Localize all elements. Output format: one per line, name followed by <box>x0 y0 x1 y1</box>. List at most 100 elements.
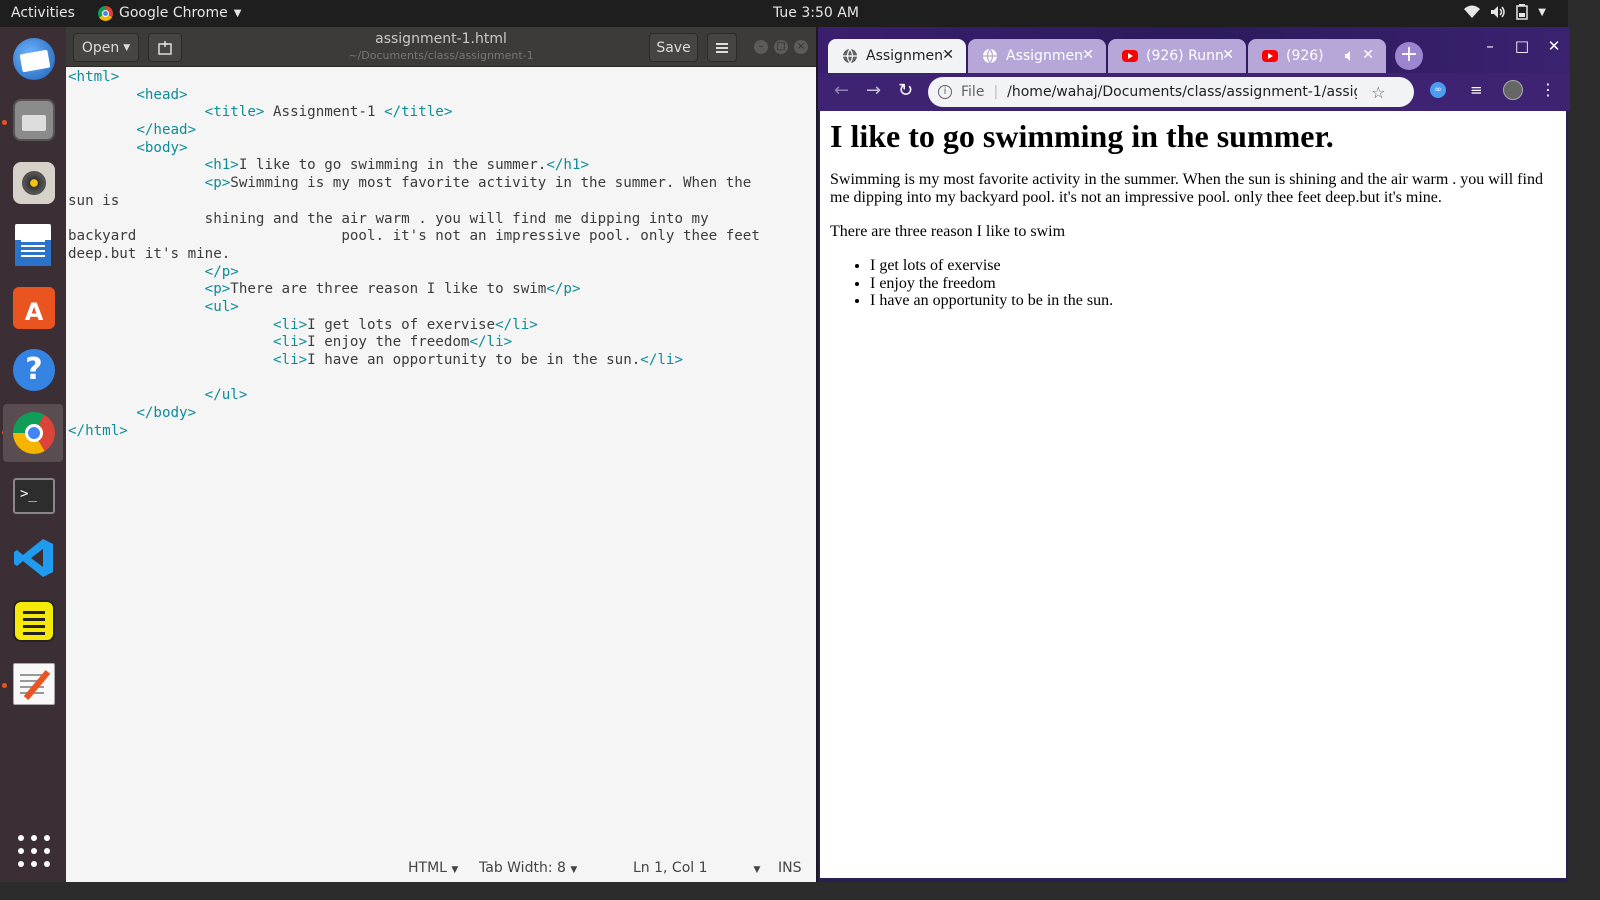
hamburger-menu-button[interactable] <box>707 33 737 62</box>
dock-terminal[interactable]: >_ <box>3 467 63 525</box>
open-button[interactable]: Open ▼ <box>73 33 139 62</box>
dock-writer[interactable] <box>3 216 63 274</box>
dock-thunderbird[interactable] <box>3 30 63 88</box>
code-text: I get lots of exervise <box>307 316 496 333</box>
code-line: <li>I get lots of exervise</li> <box>68 317 814 335</box>
code-text: deep.but it's mine. <box>68 245 231 262</box>
code-line: <p>Swimming is my most favorite activity… <box>68 175 814 193</box>
code-text: There are three reason I like to swim <box>230 281 547 298</box>
new-document-icon <box>158 40 172 55</box>
minimize-icon[interactable]: – <box>1474 37 1506 55</box>
close-tab-icon[interactable]: ✕ <box>1082 47 1094 63</box>
terminal-icon: >_ <box>13 478 55 514</box>
code-line: <li>I enjoy the freedom</li> <box>68 334 814 352</box>
help-icon: ? <box>13 349 55 391</box>
dock-rhythmbox[interactable] <box>3 154 63 212</box>
page-heading: I like to go swimming in the summer. <box>830 118 1334 154</box>
page-paragraph-1: Swimming is my most favorite activity in… <box>830 171 1543 206</box>
system-tray[interactable]: ▼ <box>1464 4 1546 20</box>
chrome-icon <box>98 5 113 21</box>
code-tag: </html> <box>68 422 128 439</box>
gedit-window: Open ▼ assignment-1.html ~/Documents/cla… <box>66 27 816 882</box>
maximize-icon[interactable]: □ <box>1506 37 1538 55</box>
tab-assignment-1[interactable]: Assignment-1 ✕ <box>968 39 1106 73</box>
code-tag: </head> <box>136 122 197 139</box>
tab-youtube-running[interactable]: (926) Running ✕ <box>1108 39 1246 73</box>
url-text: /home/wahaj/Documents/class/assignment-1… <box>1007 84 1357 100</box>
avatar[interactable] <box>1503 80 1523 100</box>
minimize-button[interactable]: – <box>754 40 768 54</box>
forward-icon[interactable]: → <box>866 80 881 101</box>
cursor-position[interactable]: Ln 1, Col 1 ▼ <box>633 860 760 876</box>
dock-chrome[interactable] <box>3 404 63 462</box>
code-tag: </h1> <box>546 157 590 174</box>
dock-notes[interactable] <box>3 592 63 650</box>
globe-icon <box>843 48 857 64</box>
dock-vscode[interactable] <box>3 529 63 587</box>
tab-width-selector[interactable]: Tab Width: 8 ▼ <box>479 860 577 876</box>
minimize-icon: – <box>758 41 764 52</box>
close-icon[interactable]: ✕ <box>1538 37 1570 55</box>
code-line: <html> <box>68 69 814 87</box>
info-icon[interactable]: i <box>938 85 952 99</box>
back-icon[interactable]: ← <box>834 80 849 101</box>
close-tab-icon[interactable]: ✕ <box>942 47 954 63</box>
volume-icon <box>1491 6 1506 18</box>
code-text: Swimming is my most favorite activity in… <box>230 175 752 192</box>
dock-show-apps[interactable] <box>3 822 63 880</box>
kebab-menu-icon[interactable]: ⋮ <box>1540 80 1556 99</box>
close-icon: × <box>796 41 806 52</box>
dock-software[interactable]: A <box>3 279 63 337</box>
code-text: shining and the air warm . you will find… <box>68 210 709 227</box>
dock-help[interactable]: ? <box>3 341 63 399</box>
save-button[interactable]: Save <box>649 33 698 62</box>
code-tag: <title> <box>204 104 265 121</box>
code-tag: </body> <box>136 405 197 422</box>
vscode-icon <box>13 537 55 579</box>
code-editor[interactable]: <html> <head> <title> Assignment-1 </tit… <box>68 69 814 859</box>
software-center-icon: A <box>13 287 55 329</box>
reload-icon[interactable]: ↻ <box>898 80 913 101</box>
rhythmbox-icon <box>13 162 55 204</box>
close-button[interactable]: × <box>794 40 808 54</box>
app-menu-label: Google Chrome <box>119 5 228 21</box>
tab-assignment-1-active[interactable]: Assignment-1 ✕ <box>828 39 966 73</box>
star-icon[interactable]: ☆ <box>1371 83 1385 102</box>
code-tag: <p> <box>204 175 231 192</box>
clock[interactable]: Tue 3:50 AM <box>773 5 859 21</box>
code-line: <li>I have an opportunity to be in the s… <box>68 352 814 370</box>
extension-icon[interactable]: ∞ <box>1430 82 1446 98</box>
code-text: I enjoy the freedom <box>307 334 470 351</box>
maximize-button[interactable]: □ <box>774 40 788 54</box>
new-tab-button[interactable] <box>148 33 182 62</box>
code-tag: </p> <box>204 263 239 280</box>
maximize-icon: □ <box>776 41 786 52</box>
chevron-down-icon: ▼ <box>753 865 761 875</box>
writer-icon <box>15 224 51 266</box>
media-control-icon[interactable]: ≡ <box>1470 81 1483 99</box>
audio-playing-icon[interactable] <box>1344 50 1356 62</box>
code-line: </head> <box>68 122 814 140</box>
close-tab-icon[interactable]: ✕ <box>1362 47 1374 63</box>
tab-label: (926) New <box>1286 48 1326 64</box>
address-bar[interactable]: i File | /home/wahaj/Documents/class/ass… <box>928 77 1414 107</box>
chrome-window: Assignment-1 ✕ Assignment-1 ✕ (926) Runn… <box>816 27 1570 882</box>
dock-text-editor[interactable] <box>3 655 63 713</box>
code-line: sun is <box>68 193 814 211</box>
status-bar: HTML ▼ Tab Width: 8 ▼ Ln 1, Col 1 ▼ INS <box>66 855 816 882</box>
activities-button[interactable]: Activities <box>11 5 75 21</box>
dock-files[interactable] <box>3 91 63 149</box>
new-tab-button[interactable]: + <box>1395 42 1423 70</box>
language-selector[interactable]: HTML ▼ <box>408 860 458 876</box>
code-line: </p> <box>68 264 814 282</box>
tab-youtube-new[interactable]: (926) New ✕ <box>1248 39 1386 73</box>
close-tab-icon[interactable]: ✕ <box>1222 47 1234 63</box>
app-menu[interactable]: Google Chrome ▼ <box>98 5 241 21</box>
tab-label: Assignment-1 <box>1006 48 1084 64</box>
page-list: I get lots of exervise I enjoy the freed… <box>830 257 1556 310</box>
